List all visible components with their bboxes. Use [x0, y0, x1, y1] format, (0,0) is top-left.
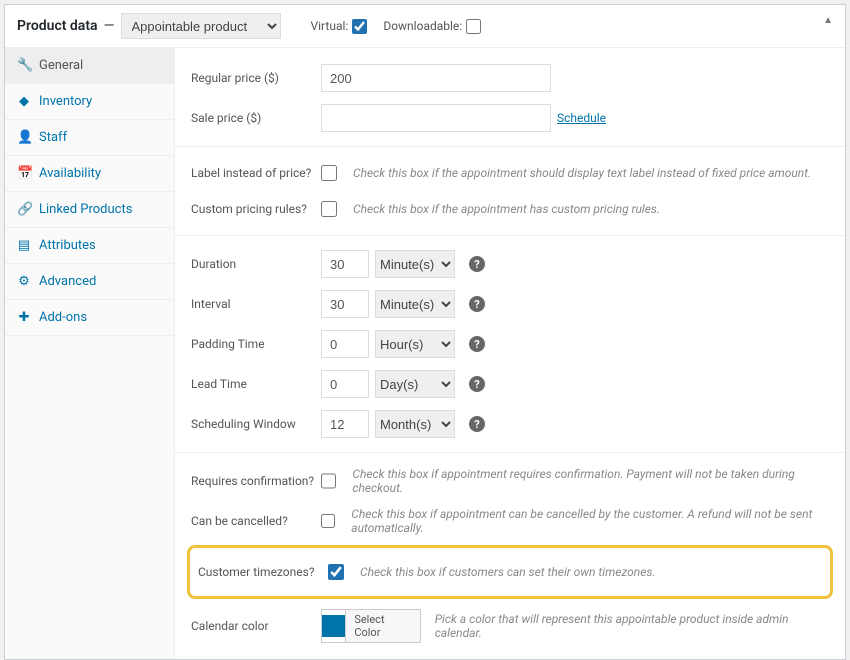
- sidebar-item-attributes[interactable]: ▤ Attributes: [5, 228, 174, 264]
- custom-pricing-checkbox[interactable]: [321, 201, 337, 217]
- requires-conf-hint: Check this box if appointment requires c…: [352, 467, 829, 495]
- tz-label: Customer timezones?: [198, 565, 328, 579]
- sidebar-item-label: Linked Products: [39, 202, 132, 217]
- sidebar-icon: ▤: [17, 238, 31, 253]
- sidebar-icon: ◆: [17, 94, 31, 109]
- tz-checkbox[interactable]: [328, 564, 344, 580]
- cancelled-label: Can be cancelled?: [191, 514, 321, 528]
- padding-unit-select[interactable]: Hour(s): [375, 330, 455, 358]
- custom-pricing-label: Custom pricing rules?: [191, 202, 321, 216]
- sidebar-item-advanced[interactable]: ⚙ Advanced: [5, 264, 174, 300]
- product-data-panel: Product data — Appointable product Virtu…: [4, 4, 846, 660]
- sidebar-item-inventory[interactable]: ◆ Inventory: [5, 84, 174, 120]
- calcolor-label: Calendar color: [191, 619, 321, 633]
- duration-input[interactable]: [321, 250, 369, 278]
- sidebar-item-general[interactable]: 🔧 General: [5, 48, 174, 84]
- sidebar-item-label: General: [39, 58, 83, 73]
- sidebar-icon: 🔧: [17, 58, 31, 73]
- label-instead-checkbox[interactable]: [321, 165, 337, 181]
- sidebar-item-label: Add-ons: [39, 310, 87, 325]
- sidebar-item-label: Staff: [39, 130, 67, 145]
- sidebar-item-label: Availability: [39, 166, 101, 181]
- downloadable-checkbox[interactable]: [466, 19, 481, 34]
- sidebar-icon: 👤: [17, 130, 31, 145]
- color-picker[interactable]: Select Color: [321, 609, 421, 643]
- sched-window-input[interactable]: [321, 410, 369, 438]
- sale-price-input[interactable]: [321, 104, 551, 132]
- tz-hint: Check this box if customers can set thei…: [360, 565, 655, 579]
- schedule-link[interactable]: Schedule: [557, 111, 606, 125]
- duration-label: Duration: [191, 257, 321, 271]
- color-swatch: [322, 615, 345, 637]
- sidebar-item-label: Advanced: [39, 274, 96, 289]
- regular-price-label: Regular price ($): [191, 71, 321, 85]
- help-icon[interactable]: ?: [469, 296, 485, 312]
- requires-conf-label: Requires confirmation?: [191, 474, 321, 488]
- tabs-sidebar: 🔧 General ◆ Inventory 👤 Staff 📅 Availability 🔗 Li…: [5, 48, 175, 659]
- panel-title: Product data: [17, 18, 98, 34]
- customer-timezones-highlight: Customer timezones? Check this box if cu…: [187, 545, 833, 599]
- help-icon[interactable]: ?: [469, 376, 485, 392]
- sidebar-item-staff[interactable]: 👤 Staff: [5, 120, 174, 156]
- sidebar-icon: 🔗: [17, 202, 31, 217]
- sched-window-label: Scheduling Window: [191, 417, 321, 431]
- label-instead-label: Label instead of price?: [191, 166, 321, 180]
- general-tab-panel: Regular price ($) Sale price ($) Schedul…: [175, 48, 845, 659]
- sidebar-icon: ⚙: [17, 274, 31, 289]
- help-icon[interactable]: ?: [469, 416, 485, 432]
- cancelled-checkbox[interactable]: [321, 513, 335, 529]
- sidebar-item-label: Attributes: [39, 238, 96, 253]
- requires-conf-checkbox[interactable]: [321, 473, 336, 489]
- custom-pricing-hint: Check this box if the appointment has cu…: [353, 202, 660, 216]
- interval-unit-select[interactable]: Minute(s): [375, 290, 455, 318]
- sale-price-label: Sale price ($): [191, 111, 321, 125]
- duration-unit-select[interactable]: Minute(s): [375, 250, 455, 278]
- sidebar-icon: ✚: [17, 310, 31, 325]
- lead-input[interactable]: [321, 370, 369, 398]
- interval-label: Interval: [191, 297, 321, 311]
- help-icon[interactable]: ?: [469, 336, 485, 352]
- sidebar-item-availability[interactable]: 📅 Availability: [5, 156, 174, 192]
- padding-input[interactable]: [321, 330, 369, 358]
- calcolor-hint: Pick a color that will represent this ap…: [435, 612, 829, 640]
- sidebar-item-add-ons[interactable]: ✚ Add-ons: [5, 300, 174, 336]
- lead-label: Lead Time: [191, 377, 321, 391]
- panel-header: Product data — Appointable product Virtu…: [5, 5, 845, 48]
- virtual-checkbox[interactable]: [352, 19, 367, 34]
- select-color-button[interactable]: Select Color: [345, 610, 419, 642]
- sidebar-item-label: Inventory: [39, 94, 92, 109]
- downloadable-option[interactable]: Downloadable:: [383, 19, 481, 34]
- label-instead-hint: Check this box if the appointment should…: [353, 166, 811, 180]
- collapse-icon[interactable]: ▲: [823, 15, 833, 26]
- sidebar-item-linked-products[interactable]: 🔗 Linked Products: [5, 192, 174, 228]
- interval-input[interactable]: [321, 290, 369, 318]
- product-type-select[interactable]: Appointable product: [121, 13, 281, 39]
- lead-unit-select[interactable]: Day(s): [375, 370, 455, 398]
- regular-price-input[interactable]: [321, 64, 551, 92]
- cancelled-hint: Check this box if appointment can be can…: [351, 507, 829, 535]
- sched-window-unit-select[interactable]: Month(s): [375, 410, 455, 438]
- virtual-option[interactable]: Virtual:: [311, 19, 368, 34]
- sidebar-icon: 📅: [17, 166, 31, 181]
- help-icon[interactable]: ?: [469, 256, 485, 272]
- padding-label: Padding Time: [191, 337, 321, 351]
